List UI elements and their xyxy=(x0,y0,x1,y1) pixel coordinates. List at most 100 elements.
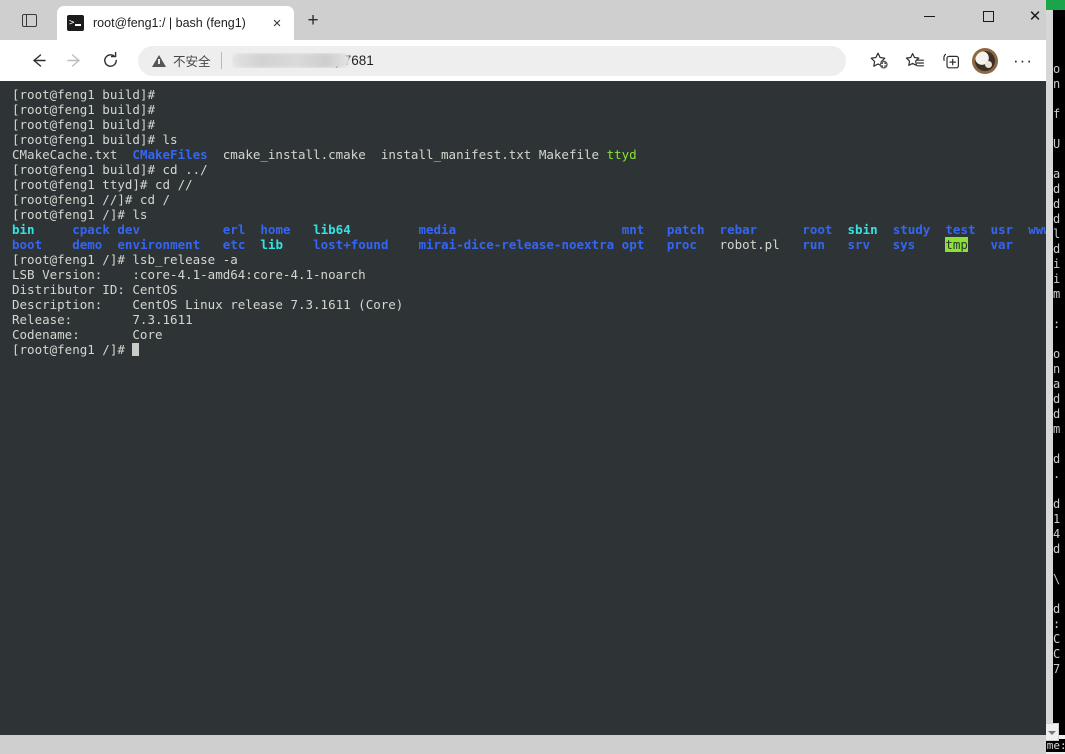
terminal-output-line: Codename: Core xyxy=(12,327,163,342)
terminal-gap xyxy=(930,222,945,237)
terminal-gap xyxy=(878,222,893,237)
more-options-button[interactable]: ··· xyxy=(1007,45,1039,77)
terminal-gap xyxy=(832,222,847,237)
toolbar-actions: ··· xyxy=(859,44,1046,77)
terminal-ls-entry: usr xyxy=(990,222,1014,237)
terminal-line: boot demo environment etc lib lost+found… xyxy=(12,237,1046,252)
background-terminal-text: o n f U a d d d l d i i m : o n a d d m … xyxy=(1053,62,1061,676)
reload-button[interactable] xyxy=(94,45,126,77)
terminal-ls-entry: CMakeFiles xyxy=(132,147,208,162)
terminal-line: [root@feng1 build]# cd ../ xyxy=(12,162,1046,177)
terminal-gap xyxy=(208,147,223,162)
terminal-gap xyxy=(644,237,667,252)
terminal-ls-entry: environment xyxy=(117,237,201,252)
terminal-line: [root@feng1 ttyd]# cd // xyxy=(12,177,1046,192)
forward-button[interactable] xyxy=(58,45,90,77)
terminal-gap xyxy=(140,222,223,237)
terminal-prompt: [root@feng1 build]# xyxy=(12,87,155,102)
terminal-gap xyxy=(42,237,72,252)
terminal-gap xyxy=(388,237,418,252)
browser-window: root@feng1:/ | bash (feng1) × + ✕ xyxy=(0,0,1046,754)
terminal-ls-entry: home xyxy=(260,222,291,237)
window-maximize-button[interactable] xyxy=(965,0,1011,32)
terminal-ls-entry: tmp xyxy=(945,237,968,252)
terminal-line: [root@feng1 /]# lsb_release -a xyxy=(12,252,1046,267)
terminal-ls-entry: root xyxy=(802,222,833,237)
new-tab-button[interactable]: + xyxy=(300,8,326,32)
terminal-gap xyxy=(283,237,313,252)
terminal-ls-entry: lost+found xyxy=(313,237,389,252)
terminal-line: [root@feng1 build]# ls xyxy=(12,132,1046,147)
window-minimize-button[interactable] xyxy=(906,0,952,32)
terminal-ls-entry: bin xyxy=(12,222,35,237)
terminal-line: CMakeCache.txt CMakeFiles cmake_install.… xyxy=(12,147,1046,162)
terminal-gap xyxy=(291,222,314,237)
terminal-line: [root@feng1 /]# xyxy=(12,342,1046,357)
terminal-gap xyxy=(35,222,73,237)
terminal-line: LSB Version: :core-4.1-amd64:core-4.1-no… xyxy=(12,267,1046,282)
security-indicator[interactable]: 不安全 xyxy=(152,51,211,70)
favorites-list-icon xyxy=(905,52,924,66)
terminal-gap xyxy=(351,222,419,237)
terminal-ls-entry: sys xyxy=(892,237,916,252)
back-button[interactable] xyxy=(22,45,54,77)
terminal-output-line: LSB Version: :core-4.1-amd64:core-4.1-no… xyxy=(12,267,366,282)
terminal-ls-entry: mirai-dice-release-noextra xyxy=(418,237,615,252)
terminal-gap xyxy=(531,147,539,162)
tab-strip: root@feng1:/ | bash (feng1) × + ✕ xyxy=(0,0,1046,40)
ttyd-terminal[interactable]: [root@feng1 build]# [root@feng1 build]# [r… xyxy=(0,81,1046,735)
terminal-ls-entry: lib64 xyxy=(313,222,351,237)
terminal-line: Distributor ID: CentOS xyxy=(12,282,1046,297)
address-bar[interactable]: 不安全 ):7681 xyxy=(138,45,846,76)
terminal-ls-entry: mnt xyxy=(621,222,645,237)
warning-triangle-icon xyxy=(152,54,166,67)
url-text[interactable]: ):7681 xyxy=(231,53,842,68)
tab-actions-button[interactable] xyxy=(16,8,42,32)
terminal-ls-entry: study xyxy=(892,222,931,237)
terminal-ls-entry: srv xyxy=(847,237,871,252)
terminal-output-line: Distributor ID: CentOS xyxy=(12,282,178,297)
terminal-gap xyxy=(245,222,260,237)
terminal-ls-entry: CMakeCache.txt xyxy=(12,147,118,162)
terminal-ls-entry: Makefile xyxy=(538,147,600,162)
close-icon: ✕ xyxy=(1028,7,1042,25)
add-favorite-button[interactable] xyxy=(863,44,895,77)
terminal-ls-entry: etc xyxy=(222,237,246,252)
browser-tab[interactable]: root@feng1:/ | bash (feng1) × xyxy=(57,6,294,40)
terminal-ls-entry: opt xyxy=(621,237,645,252)
terminal-ls-entry: test xyxy=(945,222,976,237)
terminal-gap xyxy=(200,237,223,252)
terminal-line: Release: 7.3.1611 xyxy=(12,312,1046,327)
terminal-ls-entry: boot xyxy=(12,237,43,252)
terminal-ls-entry: run xyxy=(802,237,825,252)
terminal-gap xyxy=(915,237,945,252)
profile-avatar[interactable] xyxy=(972,47,998,74)
terminal-ls-entry: ttyd xyxy=(606,147,637,162)
terminal-favicon-icon xyxy=(67,15,84,31)
terminal-ls-entry: var xyxy=(990,237,1014,252)
terminal-cursor xyxy=(132,343,140,356)
browser-toolbar: 不安全 ):7681 ··· xyxy=(0,40,1046,81)
terminal-line: Description: CentOS Linux release 7.3.16… xyxy=(12,297,1046,312)
star-plus-icon xyxy=(870,52,888,69)
tab-close-icon[interactable]: × xyxy=(265,11,289,35)
omnibox-divider xyxy=(220,52,222,69)
terminal-gap xyxy=(1013,237,1028,252)
collections-button[interactable] xyxy=(935,45,967,77)
terminal-output-line: Description: CentOS Linux release 7.3.16… xyxy=(12,297,404,312)
terminal-gap xyxy=(968,237,991,252)
terminal-scrollbar[interactable] xyxy=(1038,81,1046,735)
terminal-gap xyxy=(456,222,622,237)
url-redacted-block xyxy=(231,53,350,68)
terminal-gap xyxy=(704,222,719,237)
security-label: 不安全 xyxy=(173,54,211,69)
terminal-ls-entry: install_manifest.txt xyxy=(380,147,532,162)
maximize-icon xyxy=(982,10,994,22)
terminal-gap xyxy=(976,222,991,237)
terminal-ls-entry: sbin xyxy=(847,222,878,237)
terminal-line: bin cpack dev erl home lib64 media mnt p… xyxy=(12,222,1046,237)
window-close-button[interactable]: ✕ xyxy=(1012,0,1046,32)
reload-icon xyxy=(103,51,117,67)
terminal-line: Codename: Core xyxy=(12,327,1046,342)
favorites-button[interactable] xyxy=(899,45,931,77)
